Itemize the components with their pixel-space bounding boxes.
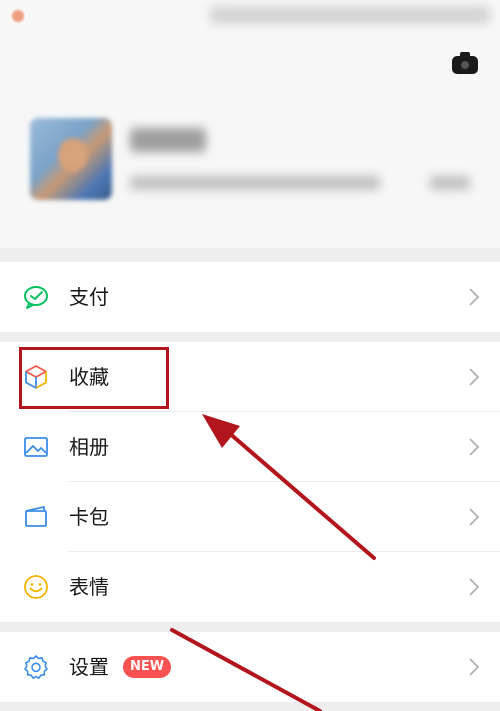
annotation-arrows <box>170 414 376 711</box>
annotation-arrow-lower <box>170 628 322 711</box>
annotation-arrowhead <box>202 414 240 448</box>
annotation-arrow-shaft <box>226 430 376 560</box>
